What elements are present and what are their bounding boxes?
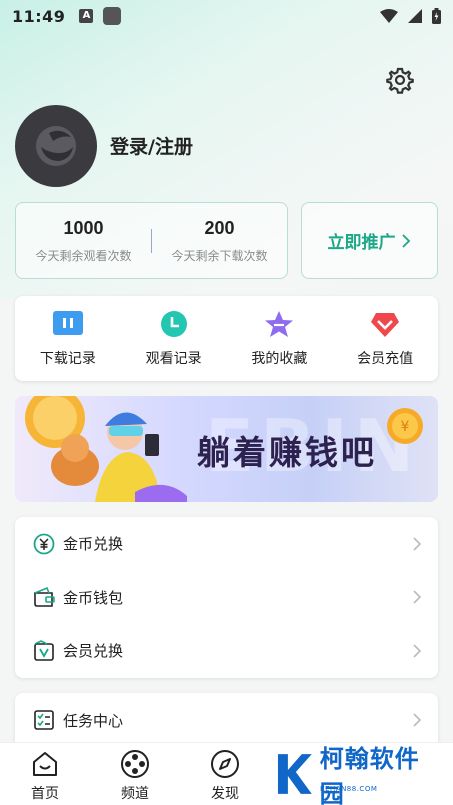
watermark-url: KEHAN88.COM	[320, 785, 378, 793]
favorites-button[interactable]: 我的收藏	[227, 309, 333, 368]
chevron-right-icon	[413, 644, 422, 658]
chevron-right-icon	[413, 537, 422, 551]
vip-recharge-label: 会员充值	[357, 351, 414, 367]
download-record-icon	[52, 311, 83, 335]
vip-exchange-label: 会员兑换	[63, 642, 124, 661]
download-count-value: 200	[204, 217, 235, 238]
watch-record-button[interactable]: 观看记录	[121, 309, 227, 368]
chevron-right-icon	[413, 713, 422, 727]
app-logo-icon	[36, 126, 76, 166]
coin-wallet-label: 金币钱包	[63, 588, 124, 607]
download-count-label: 今天剩余下载次数	[171, 248, 268, 263]
nav-discover-label: 发现	[211, 786, 239, 802]
coin-exchange-row[interactable]: 金币兑换	[15, 517, 438, 571]
download-record-button[interactable]: 下载记录	[15, 309, 121, 368]
nav-home-label: 首页	[31, 786, 59, 802]
watch-count-label: 今天剩余观看次数	[35, 248, 132, 263]
watch-record-label: 观看记录	[145, 351, 202, 367]
banner-title: 躺着赚钱吧	[197, 433, 377, 472]
home-icon	[33, 752, 57, 776]
wifi-icon	[380, 9, 398, 23]
task-list-icon	[34, 710, 54, 730]
coin-exchange-label: 金币兑换	[63, 535, 124, 554]
promote-label: 立即推广	[327, 233, 396, 253]
vip-recharge-button[interactable]: 会员充值	[332, 309, 438, 368]
nav-channel[interactable]: 频道	[90, 743, 180, 805]
wallet-icon	[34, 587, 55, 608]
signal-icon	[408, 9, 422, 23]
clock-icon	[160, 311, 187, 337]
compass-icon	[211, 750, 239, 778]
watch-count-value: 1000	[63, 217, 104, 238]
svg-text:¥: ¥	[401, 419, 410, 435]
watch-count-stat: 1000 今天剩余观看次数	[16, 218, 151, 264]
quick-actions-card: 下载记录 观看记录 我的收藏 会员充值	[15, 296, 438, 381]
stats-card: 1000 今天剩余观看次数 200 今天剩余下载次数	[15, 202, 288, 279]
notification-icon: A	[79, 9, 94, 23]
promote-button[interactable]: 立即推广	[301, 202, 438, 279]
status-bar: 11:49 A	[0, 0, 453, 32]
settings-button[interactable]	[386, 66, 414, 94]
coin-wallet-row[interactable]: 金币钱包	[15, 571, 438, 625]
star-icon	[265, 311, 294, 337]
promo-banner[interactable]: EBIN 躺着赚钱吧 ¥	[15, 396, 438, 502]
chevron-right-icon	[413, 590, 422, 604]
banner-illustration	[25, 396, 187, 502]
watermark-text: 柯翰软件园	[319, 745, 420, 805]
nav-channel-label: 频道	[121, 786, 149, 802]
nav-discover[interactable]: 发现	[180, 743, 270, 805]
task-center-label: 任务中心	[63, 711, 124, 730]
status-time: 11:49	[12, 6, 66, 26]
battery-icon	[432, 8, 441, 24]
login-register-link[interactable]: 登录/注册	[110, 132, 193, 159]
watermark-k-icon	[277, 754, 312, 794]
wallet-menu-card: 金币兑换 金币钱包 会员兑换	[15, 517, 438, 678]
film-reel-icon	[121, 750, 149, 778]
gear-icon	[386, 67, 414, 94]
avatar[interactable]	[15, 105, 97, 187]
vip-exchange-row[interactable]: 会员兑换	[15, 624, 438, 678]
coin-exchange-icon	[33, 533, 55, 555]
download-record-label: 下载记录	[39, 351, 96, 367]
download-count-stat: 200 今天剩余下载次数	[152, 218, 287, 264]
favorites-label: 我的收藏	[251, 351, 308, 367]
site-watermark: 柯翰软件园 KEHAN88.COM	[274, 745, 444, 805]
app-notification-icon	[103, 7, 122, 25]
chevron-right-icon	[401, 233, 410, 248]
coin-icon: ¥	[387, 408, 423, 444]
vip-exchange-icon	[34, 640, 54, 661]
vip-icon	[371, 313, 400, 337]
nav-home[interactable]: 首页	[0, 743, 90, 805]
